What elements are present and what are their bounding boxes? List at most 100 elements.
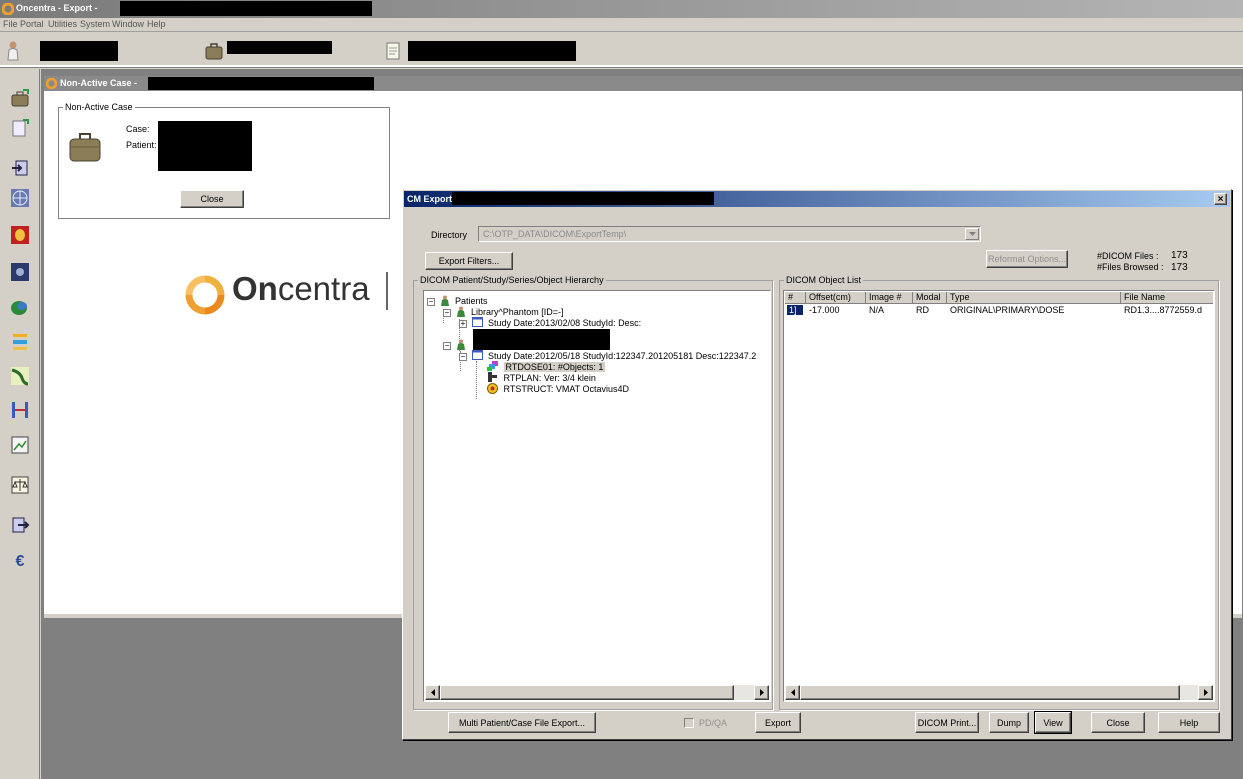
inner-close-button[interactable]: Close xyxy=(180,190,244,208)
patient-icon[interactable] xyxy=(5,41,21,61)
organ-3d-icon[interactable] xyxy=(9,297,31,319)
arrow-left-icon xyxy=(790,689,795,696)
logo-divider xyxy=(386,272,388,310)
balance-scale-icon[interactable] xyxy=(9,474,31,496)
redacted-plan xyxy=(408,41,576,61)
directory-combobox[interactable]: C:\OTP_DATA\DICOM\ExportTemp\ xyxy=(478,226,981,242)
col-type[interactable]: Type xyxy=(947,292,1121,303)
hierarchy-tree[interactable]: − Patients − Library^Phantom [ID=-] + St… xyxy=(423,290,771,702)
col-file[interactable]: File Name xyxy=(1121,292,1213,303)
tree-rtdose[interactable]: RTDOSE01: #Objects: 1 xyxy=(487,361,606,372)
study-icon xyxy=(471,317,483,327)
arrow-right-icon xyxy=(759,689,764,696)
case-open-icon[interactable] xyxy=(9,87,31,109)
scroll-right-button[interactable] xyxy=(1198,685,1213,700)
menu-portal[interactable]: Portal xyxy=(20,19,44,29)
col-num[interactable]: # xyxy=(785,292,806,303)
menu-help[interactable]: Help xyxy=(147,19,166,29)
help-button[interactable]: Help xyxy=(1158,712,1220,733)
collapse-icon[interactable]: − xyxy=(427,298,435,306)
case-briefcase-icon[interactable] xyxy=(203,42,225,60)
arrow-left-icon xyxy=(430,689,435,696)
case-briefcase-large-icon xyxy=(67,130,103,164)
redacted-inner-title xyxy=(148,77,374,90)
cell-file: RD1.3....8772559.d xyxy=(1124,305,1203,315)
tree-study2-label: Study Date:2012/05/18 StudyId:122347.201… xyxy=(488,351,757,361)
chevron-down-icon xyxy=(968,232,976,236)
tree-rtdose-label: RTDOSE01: #Objects: 1 xyxy=(503,362,606,372)
menu-window[interactable]: Window xyxy=(112,19,144,29)
tree-patients[interactable]: − Patients xyxy=(427,295,488,306)
ct-slice-icon[interactable] xyxy=(9,261,31,283)
arrow-right-icon xyxy=(1203,689,1208,696)
context-toolbar xyxy=(0,33,1243,67)
image-contour-icon[interactable] xyxy=(9,224,31,246)
export-arrow-icon[interactable] xyxy=(9,514,31,536)
menu-utilities[interactable]: Utilities xyxy=(48,19,77,29)
plan-open-icon[interactable] xyxy=(9,117,31,139)
directory-label: Directory xyxy=(431,230,468,240)
scroll-right-button[interactable] xyxy=(754,685,769,700)
inner-window-icon xyxy=(46,78,57,89)
patients-icon xyxy=(440,295,449,306)
menu-system[interactable]: System xyxy=(80,19,110,29)
multi-export-button[interactable]: Multi Patient/Case File Export... xyxy=(448,712,596,733)
dump-button[interactable]: Dump xyxy=(989,712,1029,733)
pdqa-checkbox[interactable] xyxy=(684,718,694,728)
oncentra-logo-text: Oncentra xyxy=(232,270,370,308)
beam-globe-icon[interactable] xyxy=(9,187,31,209)
view-button[interactable]: View xyxy=(1034,711,1072,734)
logo-brand-bold: On xyxy=(232,270,278,307)
col-offset[interactable]: Offset(cm) xyxy=(806,292,866,303)
plan-document-icon[interactable] xyxy=(385,41,401,61)
export-button[interactable]: Export xyxy=(755,712,801,733)
export-filters-button[interactable]: Export Filters... xyxy=(425,252,513,270)
dialog-close-button[interactable]: × xyxy=(1214,193,1227,205)
dialog-close-text-button[interactable]: Close xyxy=(1091,712,1145,733)
scroll-thumb[interactable] xyxy=(800,685,1180,700)
cell-type: ORIGINAL\PRIMARY\DOSE xyxy=(950,305,1065,315)
inner-titlebar: Non-Active Case - xyxy=(44,76,1242,91)
table-row[interactable]: 1] -17.000 N/A RD ORIGINAL\PRIMARY\DOSE … xyxy=(785,305,1213,316)
directory-dropdown-button[interactable] xyxy=(965,228,979,240)
collapse-icon[interactable]: − xyxy=(443,309,451,317)
scroll-thumb[interactable] xyxy=(440,685,734,700)
tree-patient-2[interactable]: − xyxy=(443,339,466,350)
scroll-left-button[interactable] xyxy=(425,685,440,700)
object-list[interactable]: # Offset(cm) Image # Modal Type File Nam… xyxy=(783,290,1215,702)
compare-bars-icon[interactable] xyxy=(9,399,31,421)
dvh-graph-icon[interactable] xyxy=(9,365,31,387)
dialog-title: CM Export [ xyxy=(407,194,458,204)
dicom-files-count: 173 xyxy=(1171,250,1188,261)
report-chart-icon[interactable] xyxy=(9,434,31,456)
cell-image: N/A xyxy=(869,305,885,315)
cell-num: 1] xyxy=(787,305,803,315)
col-modal[interactable]: Modal xyxy=(913,292,947,303)
menu-file[interactable]: File xyxy=(3,19,18,29)
tree-study-1[interactable]: + Study Date:2013/02/08 StudyId: Desc: xyxy=(459,317,641,328)
tree-rtstruct[interactable]: RTSTRUCT: VMAT Octavius4D xyxy=(487,383,629,394)
reformat-options-button[interactable]: Reformat Options... xyxy=(986,250,1068,268)
dicom-print-button[interactable]: DICOM Print... xyxy=(915,712,979,733)
currency-c-icon[interactable]: € xyxy=(9,551,31,573)
dialog-titlebar: CM Export [ × xyxy=(404,191,1230,207)
tree-rtplan[interactable]: RTPLAN: Ver: 3/4 klein xyxy=(487,372,596,383)
non-active-case-group: Non-Active Case Case: Patient: Close xyxy=(58,102,390,219)
rtplan-icon xyxy=(488,372,497,382)
redacted-case xyxy=(227,41,332,54)
collapse-icon[interactable]: − xyxy=(459,353,467,361)
list-hscrollbar[interactable] xyxy=(785,685,1213,700)
tree-hscrollbar[interactable] xyxy=(425,685,769,700)
tree-library-patient[interactable]: − Library^Phantom [ID=-] xyxy=(443,306,564,317)
scroll-left-button[interactable] xyxy=(785,685,800,700)
col-image[interactable]: Image # xyxy=(866,292,913,303)
isodose-icon[interactable] xyxy=(9,331,31,353)
expand-icon[interactable]: + xyxy=(459,320,467,328)
redacted-patient-2 xyxy=(473,339,610,350)
tree-study-2[interactable]: − Study Date:2012/05/18 StudyId:122347.2… xyxy=(459,350,756,361)
oncentra-logo-icon xyxy=(184,274,226,316)
collapse-icon[interactable]: − xyxy=(443,342,451,350)
import-icon[interactable] xyxy=(9,157,31,179)
object-list-header: # Offset(cm) Image # Modal Type File Nam… xyxy=(785,292,1213,304)
tree-library-label: Library^Phantom [ID=-] xyxy=(471,307,564,317)
